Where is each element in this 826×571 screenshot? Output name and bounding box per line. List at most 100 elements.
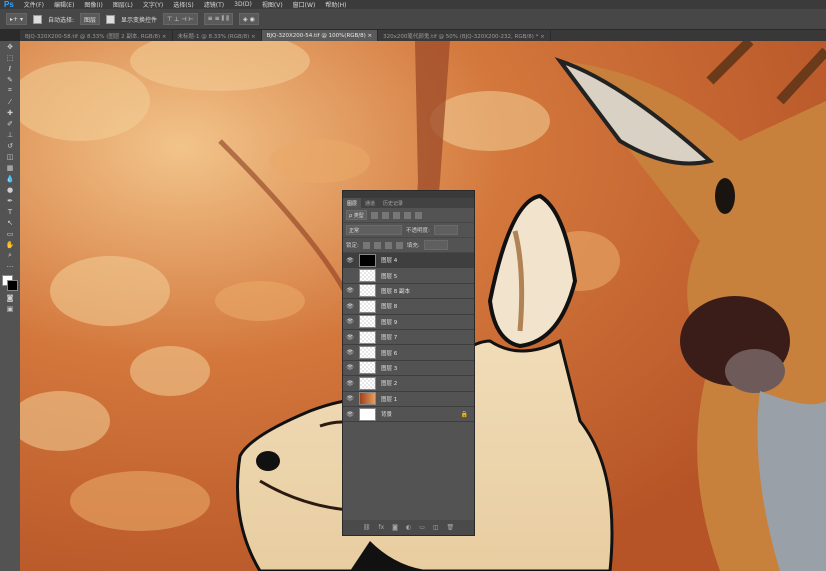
visibility-eye-icon[interactable]: 👁 bbox=[343, 380, 357, 387]
history-brush-tool-icon[interactable]: ↺ bbox=[0, 140, 20, 151]
layer-row[interactable]: 👁 图层 2 bbox=[343, 376, 474, 392]
add-mask-icon[interactable]: ◙ bbox=[392, 524, 398, 531]
3d-mode-buttons[interactable]: ◈ ◉ bbox=[238, 13, 259, 25]
lasso-tool-icon[interactable]: ℓ bbox=[0, 63, 20, 74]
move-tool-preset[interactable]: ▸+ ▾ bbox=[6, 13, 27, 25]
menu-filter[interactable]: 滤镜(T) bbox=[204, 0, 224, 9]
filter-pixel-icon[interactable] bbox=[370, 211, 378, 219]
show-transform-checkbox[interactable] bbox=[106, 14, 116, 24]
panel-title-bar[interactable] bbox=[343, 191, 474, 198]
visibility-eye-icon[interactable]: 👁 bbox=[343, 395, 357, 402]
tab-document-4[interactable]: 320x200笔代颜鬼.tif @ 50% (BJQ-320X200-232, … bbox=[378, 30, 551, 41]
delete-layer-icon[interactable]: 🗑 bbox=[447, 524, 455, 531]
menu-file[interactable]: 文件(F) bbox=[24, 0, 44, 9]
healing-brush-tool-icon[interactable]: ✚ bbox=[0, 107, 20, 118]
tab-channels[interactable]: 通道 bbox=[361, 198, 379, 208]
lock-all-icon[interactable] bbox=[395, 241, 403, 249]
adjustment-layer-icon[interactable]: ◐ bbox=[406, 524, 411, 531]
kind-filter-dropdown[interactable]: ρ 类型 bbox=[346, 210, 367, 220]
visibility-eye-icon[interactable]: 👁 bbox=[343, 257, 357, 264]
color-swatches[interactable] bbox=[0, 272, 20, 292]
layer-row[interactable]: 👁 图层 8 副本 bbox=[343, 284, 474, 300]
blend-mode-dropdown[interactable]: 正常 bbox=[346, 225, 402, 235]
filter-type-icon[interactable] bbox=[392, 211, 400, 219]
pen-tool-icon[interactable]: ✒ bbox=[0, 195, 20, 206]
tab-layers[interactable]: 图层 bbox=[343, 198, 362, 208]
tool-more-icon[interactable]: ··· bbox=[0, 261, 20, 272]
layer-row[interactable]: 图层 5 bbox=[343, 268, 474, 284]
layer-row[interactable]: 👁 图层 3 bbox=[343, 361, 474, 377]
eraser-tool-icon[interactable]: ◫ bbox=[0, 151, 20, 162]
hand-tool-icon[interactable]: ✋ bbox=[0, 239, 20, 250]
gradient-tool-icon[interactable]: ▦ bbox=[0, 162, 20, 173]
tab-history[interactable]: 历史记录 bbox=[379, 198, 407, 208]
layer-row[interactable]: 👁 图层 1 bbox=[343, 392, 474, 407]
clone-stamp-tool-icon[interactable]: ⊥ bbox=[0, 129, 20, 140]
lock-pixels-icon[interactable] bbox=[373, 241, 381, 249]
visibility-eye-icon[interactable]: 👁 bbox=[343, 364, 357, 371]
menu-select[interactable]: 选择(S) bbox=[173, 0, 194, 9]
visibility-eye-icon[interactable]: 👁 bbox=[343, 411, 357, 418]
filter-adjustment-icon[interactable] bbox=[381, 211, 389, 219]
visibility-eye-icon[interactable]: 👁 bbox=[343, 287, 357, 294]
filter-smart-object-icon[interactable] bbox=[414, 211, 422, 219]
quick-select-tool-icon[interactable]: ✎ bbox=[0, 74, 20, 85]
layer-row[interactable]: 👁 背景 🔒 bbox=[343, 407, 474, 423]
menu-type[interactable]: 文字(Y) bbox=[143, 0, 163, 9]
eyedropper-tool-icon[interactable]: ⁄ bbox=[0, 96, 20, 107]
blur-tool-icon[interactable]: 💧 bbox=[0, 173, 20, 184]
menu-layer[interactable]: 图层(L) bbox=[113, 0, 133, 9]
layer-row[interactable]: 👁 图层 8 bbox=[343, 299, 474, 315]
shape-tool-icon[interactable]: ▭ bbox=[0, 228, 20, 239]
tab-document-1[interactable]: BJQ-320X200-58.tif @ 8.33% (图层 2 副本, RGB… bbox=[20, 30, 173, 41]
menu-window[interactable]: 窗口(W) bbox=[293, 0, 316, 9]
tab-document-2[interactable]: 未标题-1 @ 8.33% (RGB/8) × bbox=[173, 30, 262, 41]
lock-label: 锁定: bbox=[346, 243, 359, 249]
new-group-icon[interactable]: ▭ bbox=[419, 524, 425, 531]
menu-edit[interactable]: 编辑(E) bbox=[54, 0, 74, 9]
move-tool-icon[interactable]: ✥ bbox=[0, 41, 20, 52]
menu-view[interactable]: 视图(V) bbox=[262, 0, 283, 9]
visibility-eye-icon[interactable]: 👁 bbox=[343, 349, 357, 356]
menu-image[interactable]: 图像(I) bbox=[84, 0, 102, 9]
layer-name: 图层 1 bbox=[381, 396, 398, 403]
screen-mode-icon[interactable]: ▣ bbox=[0, 303, 20, 314]
filter-shape-icon[interactable] bbox=[403, 211, 411, 219]
dodge-tool-icon[interactable]: ● bbox=[0, 184, 20, 195]
layer-row[interactable]: 👁 图层 4 bbox=[343, 253, 474, 269]
visibility-eye-icon[interactable]: 👁 bbox=[343, 334, 357, 341]
type-tool-icon[interactable]: T bbox=[0, 206, 20, 217]
auto-select-checkbox[interactable] bbox=[32, 14, 42, 24]
align-buttons[interactable]: ⊤ ⊥ ⊣ ⊢ bbox=[163, 13, 198, 25]
path-select-tool-icon[interactable]: ↖ bbox=[0, 217, 20, 228]
menu-help[interactable]: 帮助(H) bbox=[325, 0, 346, 9]
visibility-eye-icon[interactable]: 👁 bbox=[343, 318, 357, 325]
fill-input[interactable] bbox=[423, 240, 448, 250]
new-layer-icon[interactable]: ◫ bbox=[433, 524, 439, 531]
brush-tool-icon[interactable]: ✐ bbox=[0, 118, 20, 129]
link-layers-icon[interactable]: ⛓ bbox=[363, 524, 371, 531]
layer-thumbnail bbox=[359, 269, 376, 283]
background-color-swatch[interactable] bbox=[7, 280, 18, 291]
menu-3d[interactable]: 3D(D) bbox=[234, 1, 252, 8]
quick-mask-icon[interactable]: ◙ bbox=[0, 292, 20, 303]
panel-tabs: 图层 通道 历史记录 bbox=[343, 198, 474, 208]
layer-style-icon[interactable]: fx bbox=[378, 524, 384, 531]
crop-tool-icon[interactable]: ⌗ bbox=[0, 85, 20, 96]
layer-row[interactable]: 👁 图层 6 bbox=[343, 345, 474, 361]
zoom-tool-icon[interactable]: ⌕ bbox=[0, 250, 20, 261]
layer-row[interactable]: 👁 图层 7 bbox=[343, 330, 474, 346]
distribute-buttons[interactable]: ≡ ≡ ⫼ ⫼ bbox=[203, 13, 233, 25]
lock-transparent-icon[interactable] bbox=[362, 241, 370, 249]
layer-name: 图层 2 bbox=[381, 381, 398, 388]
lock-position-icon[interactable] bbox=[384, 241, 392, 249]
tab-document-3[interactable]: BJQ-320X200-54.tif @ 100%(RGB/8) × bbox=[261, 30, 379, 41]
opacity-input[interactable] bbox=[433, 225, 458, 235]
layer-name: 图层 8 副本 bbox=[381, 288, 410, 295]
layer-row[interactable]: 👁 图层 9 bbox=[343, 315, 474, 330]
lock-icon: 🔒 bbox=[460, 410, 468, 418]
auto-select-dropdown[interactable]: 图层 bbox=[80, 13, 101, 25]
layer-thumbnail bbox=[359, 299, 376, 313]
visibility-eye-icon[interactable]: 👁 bbox=[343, 303, 357, 310]
marquee-tool-icon[interactable]: ⬚ bbox=[0, 52, 20, 63]
